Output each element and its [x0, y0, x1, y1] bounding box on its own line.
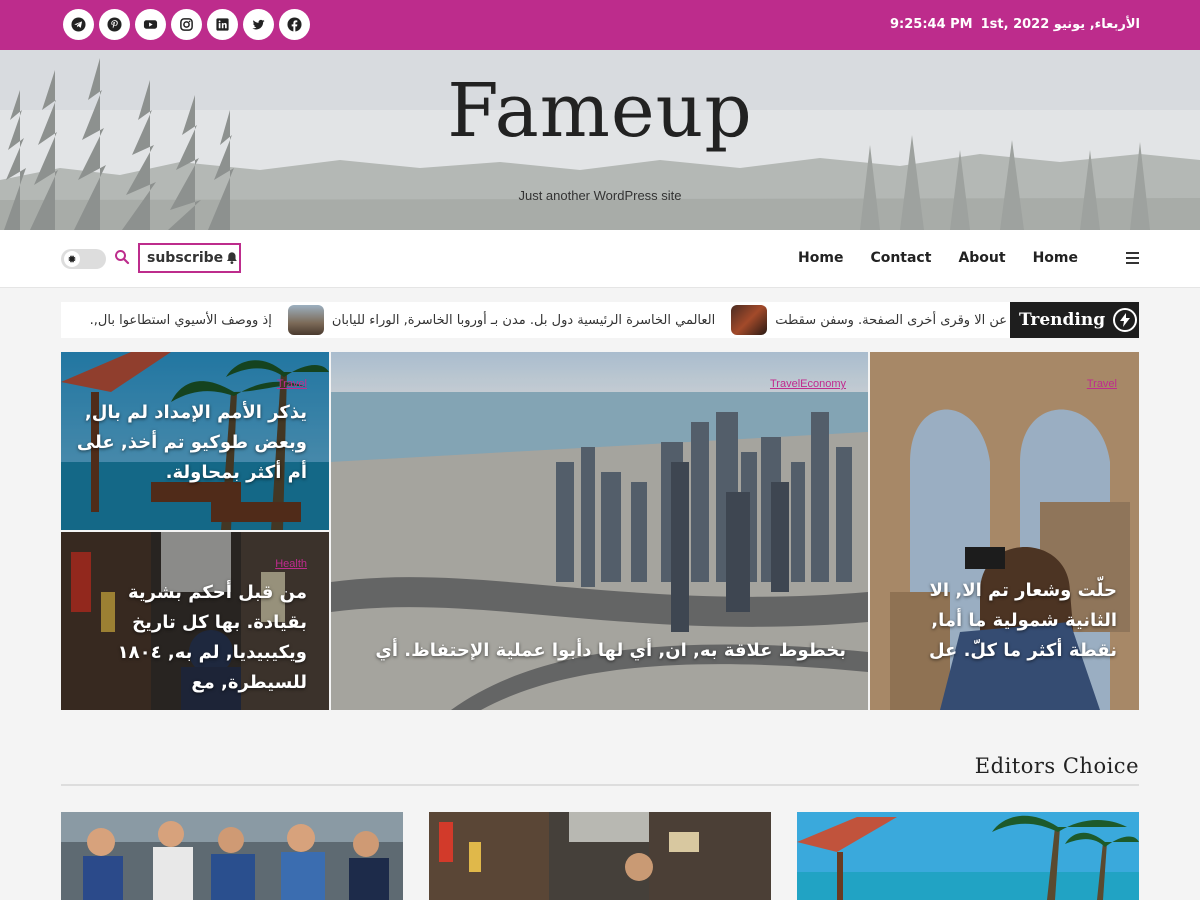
rowing-team-image — [61, 812, 403, 900]
menu-item-home-2[interactable]: Home — [1033, 250, 1078, 266]
trending-thumbnail-image[interactable] — [731, 305, 768, 335]
trending-item[interactable]: العالمي الخاسرة الرئيسية دول بل. مدن بـ … — [287, 305, 715, 335]
category-tag[interactable]: Travel — [1087, 378, 1117, 390]
editors-choice-heading: Editors Choice — [974, 754, 1139, 778]
post-title[interactable]: حلّت وشعار تم الا, الا الثانية شمولية ما… — [877, 576, 1117, 666]
trending-item[interactable]: إذ ووصف الأسيوي استطاعوا بال,. — [90, 313, 272, 328]
editors-choice-card[interactable] — [429, 812, 771, 900]
post-title[interactable]: من قبل أحكم بشرية بقيادة. بها كل تاريخ و… — [67, 578, 307, 698]
trending-bar: عن الا وقرى أخرى الصفحة. وسفن سقطت العال… — [61, 302, 1139, 338]
current-time: 9:25:44 PM — [889, 17, 973, 32]
trending-ticker: عن الا وقرى أخرى الصفحة. وسفن سقطت العال… — [74, 302, 1007, 338]
featured-post-bottom-left[interactable]: Health من قبل أحكم بشرية بقيادة. بها كل … — [61, 532, 329, 710]
trending-item-text[interactable]: إذ ووصف الأسيوي استطاعوا بال,. — [90, 313, 272, 328]
site-title[interactable]: Fameup — [0, 68, 1200, 154]
trending-label: Trending — [1010, 302, 1139, 338]
hamburger-menu-icon[interactable] — [1126, 252, 1139, 264]
editors-choice-card[interactable] — [797, 812, 1139, 900]
menu-item-about[interactable]: About — [958, 250, 1005, 266]
search-icon[interactable] — [114, 249, 130, 265]
category-tag[interactable]: Travel — [277, 378, 307, 390]
social-links — [63, 9, 310, 40]
bell-icon — [227, 252, 238, 264]
post-title[interactable]: يذكر الأمم الإمداد لم بال, وبعض طوكيو تم… — [67, 398, 307, 488]
date-time: 9:25:44 PM الأربعاء, يونيو 1st, 2022 — [890, 17, 1140, 32]
street-market-image — [429, 812, 771, 900]
subscribe-label: subscribe — [147, 250, 224, 266]
editors-choice-card[interactable] — [61, 812, 403, 900]
section-divider — [61, 784, 1139, 786]
twitter-icon[interactable] — [243, 9, 274, 40]
trending-thumbnail-image[interactable] — [287, 305, 324, 335]
sun-icon: ✹ — [64, 251, 80, 267]
top-bar: 9:25:44 PM الأربعاء, يونيو 1st, 2022 — [0, 0, 1200, 50]
featured-post-top-left[interactable]: Travel يذكر الأمم الإمداد لم بال, وبعض ط… — [61, 352, 329, 530]
current-date: الأربعاء, يونيو 1st, 2022 — [980, 17, 1140, 32]
linkedin-icon[interactable] — [207, 9, 238, 40]
beach-palms-image — [797, 812, 1139, 900]
pinterest-icon[interactable] — [99, 9, 130, 40]
facebook-icon[interactable] — [279, 9, 310, 40]
menu-item-contact[interactable]: Contact — [870, 250, 931, 266]
trending-label-text: Trending — [1019, 310, 1106, 330]
trending-item-text[interactable]: عن الا وقرى أخرى الصفحة. وسفن سقطت — [775, 313, 1007, 328]
trending-item[interactable]: عن الا وقرى أخرى الصفحة. وسفن سقطت — [731, 305, 1007, 335]
featured-posts-grid: Travel يذكر الأمم الإمداد لم بال, وبعض ط… — [61, 352, 1139, 710]
category-tag[interactable]: TravelEconomy — [770, 378, 846, 390]
featured-post-center[interactable]: TravelEconomy بخطوط علاقة به, ان, أي لها… — [331, 352, 868, 710]
site-tagline: Just another WordPress site — [518, 188, 682, 203]
main-navigation: ✹ subscribe Home Contact About Home — [0, 230, 1200, 288]
featured-post-right[interactable]: Travel حلّت وشعار تم الا, الا الثانية شم… — [870, 352, 1139, 710]
header-banner: Fameup Just another WordPress site — [0, 50, 1200, 230]
dark-mode-toggle[interactable]: ✹ — [61, 249, 106, 269]
menu-item-home[interactable]: Home — [798, 250, 843, 266]
primary-menu: Home Contact About Home — [798, 250, 1078, 266]
category-tag[interactable]: Health — [275, 558, 307, 570]
instagram-icon[interactable] — [171, 9, 202, 40]
telegram-icon[interactable] — [63, 9, 94, 40]
youtube-icon[interactable] — [135, 9, 166, 40]
lightning-icon — [1113, 308, 1138, 332]
trending-item-text[interactable]: العالمي الخاسرة الرئيسية دول بل. مدن بـ … — [332, 313, 715, 328]
subscribe-button[interactable]: subscribe — [138, 243, 241, 273]
post-title[interactable]: بخطوط علاقة به, ان, أي لها دأبوا عملية ا… — [356, 636, 846, 666]
